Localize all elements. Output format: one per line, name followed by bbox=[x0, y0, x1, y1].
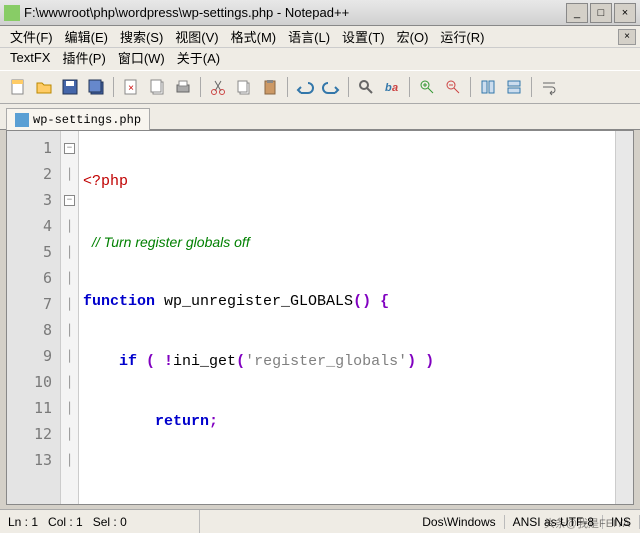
menu-about[interactable]: 关于(A) bbox=[171, 46, 226, 69]
window-title: F:\wwwroot\php\wordpress\wp-settings.php… bbox=[24, 5, 566, 20]
save-icon[interactable] bbox=[58, 75, 82, 99]
tab-wp-settings[interactable]: wp-settings.php bbox=[6, 108, 150, 130]
line-number-gutter: 12345678910111213 bbox=[7, 131, 61, 504]
print-icon[interactable] bbox=[171, 75, 195, 99]
paste-icon[interactable] bbox=[258, 75, 282, 99]
zoom-out-icon[interactable] bbox=[441, 75, 465, 99]
open-file-icon[interactable] bbox=[32, 75, 56, 99]
zoom-in-icon[interactable] bbox=[415, 75, 439, 99]
file-icon bbox=[15, 113, 29, 127]
maximize-button[interactable]: □ bbox=[590, 3, 612, 23]
code-area[interactable]: <?php // Turn register globals off funct… bbox=[79, 131, 615, 504]
redo-icon[interactable] bbox=[319, 75, 343, 99]
svg-text:×: × bbox=[128, 83, 134, 94]
wrap-icon[interactable] bbox=[537, 75, 561, 99]
menu-run[interactable]: 运行(R) bbox=[434, 25, 490, 48]
sync-h-icon[interactable] bbox=[502, 75, 526, 99]
title-bar: F:\wwwroot\php\wordpress\wp-settings.php… bbox=[0, 0, 640, 26]
fold-toggle-icon[interactable]: − bbox=[64, 195, 75, 206]
close-all-icon[interactable] bbox=[145, 75, 169, 99]
fold-column[interactable]: − │ − ││││││││││ bbox=[61, 131, 79, 504]
menu-language[interactable]: 语言(L) bbox=[282, 25, 336, 48]
mdi-close-button[interactable]: × bbox=[618, 29, 636, 45]
undo-icon[interactable] bbox=[293, 75, 317, 99]
tab-bar: wp-settings.php bbox=[0, 104, 640, 130]
svg-text:a: a bbox=[392, 82, 398, 94]
editor[interactable]: 12345678910111213 − │ − ││││││││││ <?php… bbox=[6, 130, 634, 505]
cut-icon[interactable] bbox=[206, 75, 230, 99]
replace-icon[interactable]: ba bbox=[380, 75, 404, 99]
app-icon bbox=[4, 5, 20, 21]
close-file-icon[interactable]: × bbox=[119, 75, 143, 99]
status-position: Ln : 1 Col : 1 Sel : 0 bbox=[0, 510, 200, 533]
status-eol: Dos\Windows bbox=[414, 515, 504, 529]
new-file-icon[interactable] bbox=[6, 75, 30, 99]
menu-textfx[interactable]: TextFX bbox=[4, 48, 56, 67]
menu-bar-2: TextFX 插件(P) 窗口(W) 关于(A) bbox=[0, 48, 640, 70]
sync-v-icon[interactable] bbox=[476, 75, 500, 99]
minimize-button[interactable]: _ bbox=[566, 3, 588, 23]
close-button[interactable]: × bbox=[614, 3, 636, 23]
menu-window[interactable]: 窗口(W) bbox=[112, 46, 171, 69]
find-icon[interactable] bbox=[354, 75, 378, 99]
menu-file[interactable]: 文件(F) bbox=[4, 25, 59, 48]
toolbar: × ba bbox=[0, 70, 640, 104]
svg-text:b: b bbox=[385, 82, 392, 94]
menu-macro[interactable]: 宏(O) bbox=[391, 25, 435, 48]
fold-toggle-icon[interactable]: − bbox=[64, 143, 75, 154]
vertical-scrollbar[interactable] bbox=[615, 131, 633, 504]
save-all-icon[interactable] bbox=[84, 75, 108, 99]
menu-settings[interactable]: 设置(T) bbox=[336, 25, 391, 48]
tab-label: wp-settings.php bbox=[33, 113, 141, 127]
watermark: 头条@我是FEIYA bbox=[544, 515, 630, 531]
menu-plugins[interactable]: 插件(P) bbox=[56, 46, 111, 69]
copy-icon[interactable] bbox=[232, 75, 256, 99]
menu-format[interactable]: 格式(M) bbox=[225, 25, 283, 48]
